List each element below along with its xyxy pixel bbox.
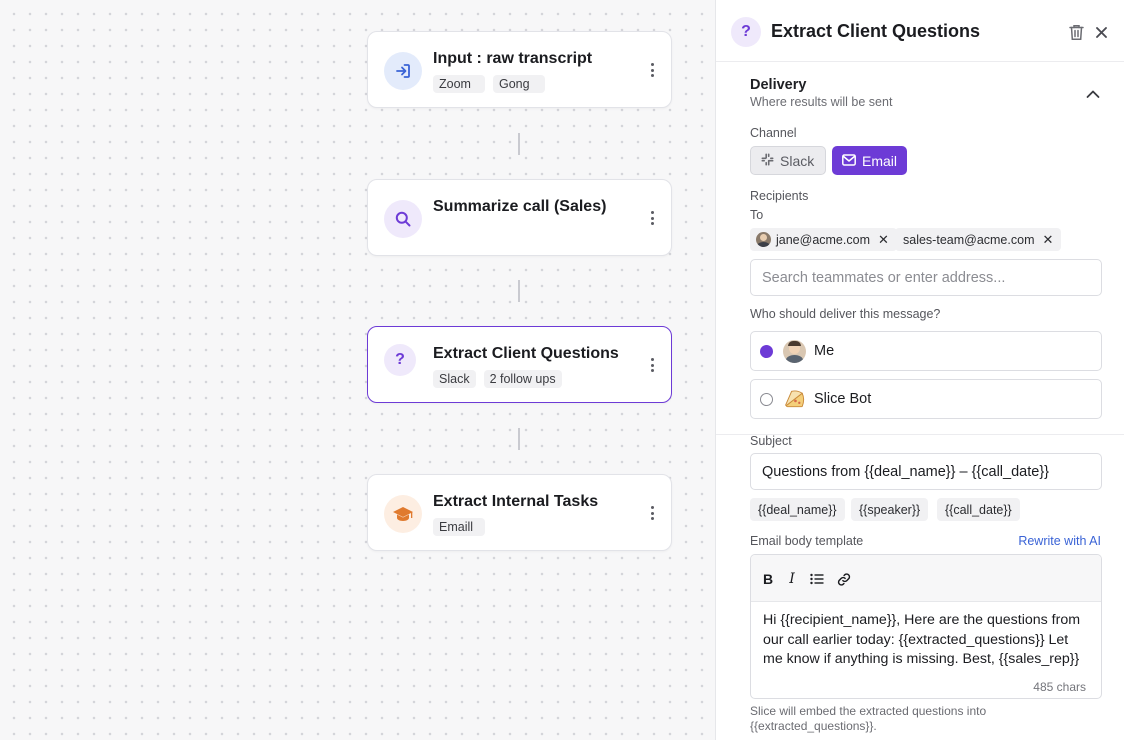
question-icon: ? bbox=[384, 344, 416, 376]
link-icon[interactable] bbox=[837, 572, 851, 586]
remove-recipient-icon[interactable]: ✕ bbox=[1042, 232, 1053, 248]
bold-icon[interactable]: B bbox=[761, 571, 775, 587]
node-input-raw-transcript[interactable]: Input : raw transcript Zoom Gong bbox=[367, 31, 672, 108]
node-title: Summarize call (Sales) bbox=[433, 198, 607, 215]
node-connector bbox=[518, 428, 520, 450]
node-tag: Gong bbox=[493, 75, 545, 93]
to-label: To bbox=[750, 208, 764, 222]
sender-option-me[interactable]: Me bbox=[750, 331, 1102, 371]
channel-slack-label: Slack bbox=[780, 152, 815, 169]
node-connector bbox=[518, 280, 520, 302]
radio-selected[interactable] bbox=[760, 345, 773, 358]
recipient-email: sales-team@acme.com bbox=[903, 232, 1035, 247]
recipient-email: jane@acme.com bbox=[776, 232, 870, 247]
char-count: 485 chars bbox=[1033, 680, 1086, 694]
node-tag: Emaill bbox=[433, 518, 485, 536]
node-tag: 2 follow ups bbox=[483, 370, 562, 388]
channel-email-button[interactable]: Email bbox=[832, 146, 907, 175]
node-extract-internal-tasks[interactable]: Extract Internal Tasks Emaill bbox=[367, 474, 672, 551]
channel-label: Channel bbox=[750, 126, 797, 140]
node-extract-client-questions[interactable]: ? Extract Client Questions Slack 2 follo… bbox=[367, 326, 672, 403]
panel-header: ? Extract Client Questions bbox=[716, 0, 1124, 62]
pie-slice-icon bbox=[783, 387, 806, 410]
mail-icon bbox=[842, 153, 856, 169]
node-title: Extract Client Questions bbox=[433, 345, 619, 362]
node-summarize-call[interactable]: Summarize call (Sales) bbox=[367, 179, 672, 256]
node-connector bbox=[518, 133, 520, 155]
variable-chip[interactable]: {{call_date}} bbox=[937, 498, 1020, 521]
recipient-chip[interactable]: jane@acme.com ✕ bbox=[750, 228, 897, 251]
email-body-text[interactable]: Hi {{recipient_name}}, Here are the ques… bbox=[763, 611, 1091, 670]
italic-icon[interactable]: I bbox=[785, 571, 799, 587]
channel-email-label: Email bbox=[862, 152, 898, 169]
section-subtitle: Where results will be sent bbox=[750, 95, 893, 109]
variable-chip[interactable]: {{speaker}} bbox=[851, 498, 929, 521]
recipient-search-input[interactable]: Search teammates or enter address... bbox=[750, 259, 1102, 296]
slack-icon bbox=[761, 153, 774, 169]
list-icon[interactable] bbox=[810, 572, 824, 586]
panel-title: Extract Client Questions bbox=[771, 21, 981, 41]
recipient-chip[interactable]: sales-team@acme.com ✕ bbox=[895, 228, 1062, 251]
avatar bbox=[756, 232, 771, 247]
sender-label: Me bbox=[814, 343, 835, 359]
editor-toolbar: B I bbox=[751, 555, 1101, 602]
more-options-icon[interactable] bbox=[645, 503, 659, 523]
node-title: Input : raw transcript bbox=[433, 50, 593, 67]
sender-label: Slice Bot bbox=[814, 391, 872, 407]
body-template-label: Email body template bbox=[750, 534, 864, 548]
workflow-canvas[interactable]: Input : raw transcript Zoom Gong Summari… bbox=[0, 0, 715, 740]
more-options-icon[interactable] bbox=[645, 355, 659, 375]
remove-recipient-icon[interactable]: ✕ bbox=[878, 232, 889, 248]
channel-slack-button[interactable]: Slack bbox=[750, 146, 826, 175]
radio-unselected[interactable] bbox=[760, 393, 773, 406]
node-tag: Slack bbox=[433, 370, 476, 388]
footnote: Slice will embed the extracted questions… bbox=[750, 704, 987, 733]
email-body-editor[interactable]: B I Hi {{recipient_name}}, Here are the … bbox=[750, 554, 1102, 699]
variable-chip[interactable]: {{deal_name}} bbox=[750, 498, 845, 521]
node-title: Extract Internal Tasks bbox=[433, 493, 599, 510]
node-settings-panel: ? Extract Client Questions Delivery Wher… bbox=[715, 0, 1124, 740]
avatar bbox=[783, 340, 806, 363]
section-title: Delivery bbox=[750, 77, 807, 93]
input-icon bbox=[384, 52, 422, 90]
more-options-icon[interactable] bbox=[645, 60, 659, 80]
more-options-icon[interactable] bbox=[645, 208, 659, 228]
rewrite-with-ai-link[interactable]: Rewrite with AI bbox=[1018, 534, 1101, 548]
trash-icon[interactable] bbox=[1066, 22, 1086, 42]
sender-option-slice-bot[interactable]: Slice Bot bbox=[750, 379, 1102, 419]
node-tag: Zoom bbox=[433, 75, 485, 93]
close-icon[interactable] bbox=[1091, 22, 1111, 42]
graduation-cap-icon bbox=[384, 495, 422, 533]
subject-input[interactable]: Questions from {{deal_name}} – {{call_da… bbox=[750, 453, 1102, 490]
recipients-label: Recipients bbox=[750, 189, 809, 203]
chevron-up-icon[interactable] bbox=[1085, 86, 1101, 107]
question-icon: ? bbox=[731, 17, 761, 47]
subject-label: Subject bbox=[750, 434, 792, 448]
search-icon bbox=[384, 200, 422, 238]
deliver-question-label: Who should deliver this message? bbox=[750, 307, 941, 321]
